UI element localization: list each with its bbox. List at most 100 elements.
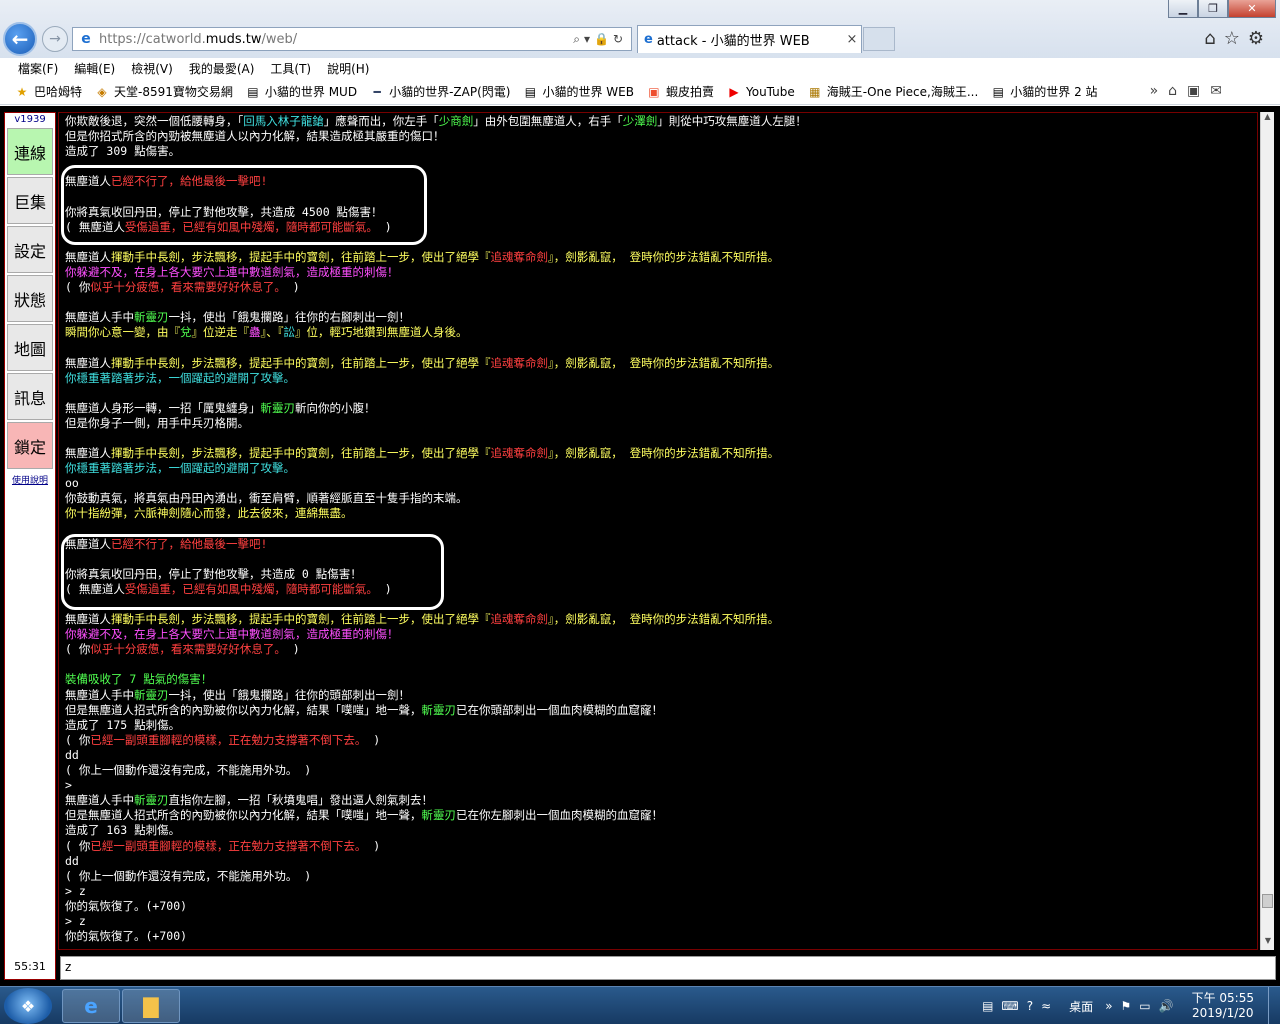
output-line: ( 你似乎十分疲憊，看來需要好好休息了。 ) <box>65 280 1251 295</box>
address-controls[interactable]: ⌕▾🔒↻ <box>573 32 631 47</box>
wifi-icon[interactable]: ≈ <box>1041 999 1059 1013</box>
favorite-label: 巴哈姆特 <box>34 85 83 99</box>
settings-gear-icon[interactable]: ⚙ <box>1248 28 1272 49</box>
output-segment: 你的氣恢復了。(+700) <box>65 898 188 913</box>
keyboard-icon[interactable]: ⌨ <box>1001 999 1026 1013</box>
lock-button[interactable]: 鎖定 <box>7 422 53 469</box>
scroll-up-icon[interactable]: ▲ <box>1261 112 1274 126</box>
taskbar-explorer[interactable]: ▇ <box>122 989 180 1023</box>
connect-button[interactable]: 連線 <box>7 128 53 175</box>
macro-button[interactable]: 巨集 <box>7 177 53 224</box>
output-line: 無塵道人手中斬靈刃直指你左腳，一招「秋墳鬼唱」發出逼人劍氣刺去！ <box>65 793 1251 808</box>
output-line: 無塵道人揮動手中長劍，步法飄移，提起手中的寶劍，往前踏上一步，使出了絕學『追魂奪… <box>65 250 1251 265</box>
tray-clock[interactable]: 下午 05:55 2019/1/20 <box>1192 991 1254 1021</box>
menu-favorites[interactable]: 我的最愛(A) <box>189 60 255 77</box>
lock-icon[interactable]: 🔒 <box>594 32 613 46</box>
output-line: 造成了 163 點刺傷。 <box>65 823 1251 838</box>
home-icon[interactable]: ⌂ <box>1204 28 1223 49</box>
favorite-item[interactable]: ▣ 蝦皮拍賣 <box>646 83 714 100</box>
menu-help[interactable]: 說明(H) <box>327 60 369 77</box>
favorite-label: 天堂-8591寶物交易網 <box>114 85 233 99</box>
back-button[interactable]: ← <box>3 22 37 56</box>
help-link[interactable]: 使用說明 <box>5 473 55 486</box>
pdf-icon[interactable]: ▤ <box>982 999 1001 1013</box>
feed-icon[interactable]: ▣ <box>1187 83 1210 99</box>
url-host: muds.tw <box>205 31 262 47</box>
terminal-output[interactable]: 你欺敵後退，突然一個低腰轉身，「回馬入林子龍鎗」應聲而出，你左手「少商劍」由外包… <box>58 112 1258 950</box>
output-line: 無塵道人已經不行了，給他最後一擊吧! <box>65 174 1251 189</box>
minimize-button[interactable]: ▁ <box>1168 0 1198 18</box>
maximize-button[interactable]: ❐ <box>1198 0 1228 18</box>
desktop-toolbar[interactable]: 桌面 <box>1069 998 1093 1015</box>
output-segment: 」則從中巧攻無塵道人左腿！ <box>657 114 807 128</box>
output-segment: 你穩重著踏著步法，一個躍起的避開了攻擊。 <box>65 370 295 385</box>
favorite-item[interactable]: ★ 巴哈姆特 <box>14 83 82 100</box>
show-desktop-button[interactable] <box>1268 987 1280 1024</box>
tab-active[interactable]: e attack - 小貓的世界 WEB × <box>637 25 862 53</box>
tab-close-icon[interactable]: × <box>843 32 861 47</box>
favorites-star-icon[interactable]: ☆ <box>1224 28 1248 49</box>
search-icon[interactable]: ⌕ <box>573 32 584 46</box>
favorite-item[interactable]: ◈ 天堂-8591寶物交易網 <box>94 83 233 100</box>
scroll-thumb[interactable] <box>1262 894 1273 908</box>
close-button[interactable]: ✕ <box>1228 0 1276 18</box>
message-button[interactable]: 訊息 <box>7 373 53 420</box>
output-segment: > z <box>65 883 86 898</box>
menu-edit[interactable]: 編輯(E) <box>74 60 115 77</box>
address-bar[interactable]: e https://catworld.muds.tw/web/ ⌕▾🔒↻ <box>72 27 632 51</box>
output-line: 造成了 309 點傷害。 <box>65 144 1251 159</box>
output-segment: ( 你 <box>65 732 91 747</box>
command-input[interactable]: z <box>60 956 1276 980</box>
menu-file[interactable]: 檔案(F) <box>18 60 58 77</box>
output-line: ( 你上一個動作還沒有完成，不能施用外功。 ) <box>65 869 1251 884</box>
output-segment: dd <box>65 747 79 762</box>
home-icon[interactable]: ⌂ <box>1168 83 1187 99</box>
mail-icon[interactable]: ✉ <box>1210 83 1232 99</box>
output-segment: 追魂奪命劍 <box>490 446 549 461</box>
start-button[interactable]: ❖ <box>4 988 52 1024</box>
settings-button[interactable]: 設定 <box>7 226 53 273</box>
output-segment: 追魂奪命劍 <box>490 355 549 370</box>
output-line: 但是你招式所含的內勁被無塵道人以內力化解，結果造成極其嚴重的傷口！ <box>65 129 1251 144</box>
flag-icon[interactable]: ⚑ <box>1121 999 1140 1013</box>
favorite-item[interactable]: ▤ 小貓的世界 2 站 <box>990 83 1098 100</box>
output-segment: 你十指紛彈，六脈神劍隨心而發，此去彼來，連綿無盡。 <box>65 506 353 521</box>
output-segment: ) <box>377 581 392 596</box>
output-scrollbar[interactable]: ▲ ▼ <box>1260 112 1274 950</box>
help-icon[interactable]: ? <box>1027 999 1041 1013</box>
scroll-down-icon[interactable]: ▼ <box>1261 936 1275 950</box>
favorite-item[interactable]: ▤ 小貓的世界 WEB <box>522 83 634 100</box>
forward-button[interactable]: → <box>42 26 68 52</box>
favorite-item[interactable]: ━ 小貓的世界-ZAP(閃電) <box>369 83 510 100</box>
output-segment: 無塵道人 <box>65 536 111 551</box>
taskbar-ie[interactable]: e <box>62 989 120 1023</box>
favorite-item[interactable]: ▤ 小貓的世界 MUD <box>245 83 357 100</box>
output-segment: 』，劍影亂竄， 登時你的步法錯亂不知所措。 <box>548 249 780 264</box>
volume-icon[interactable]: 🔊 <box>1159 999 1182 1013</box>
new-tab-button[interactable] <box>863 27 895 51</box>
shop-icon: ▣ <box>648 84 660 99</box>
network-icon[interactable]: ▭ <box>1139 999 1158 1013</box>
ie-icon: e <box>84 994 98 1018</box>
favorite-item[interactable]: ▶ YouTube <box>726 85 794 99</box>
dropdown-icon[interactable]: ▾ <box>584 32 594 46</box>
menu-tools[interactable]: 工具(T) <box>270 60 311 77</box>
map-button[interactable]: 地圖 <box>7 324 53 371</box>
chevron-icon[interactable]: » <box>1105 999 1120 1013</box>
favorite-item[interactable]: ▦ 海賊王-One Piece,海賊王... <box>807 83 978 100</box>
address-url[interactable]: https://catworld.muds.tw/web/ <box>99 32 573 47</box>
more-chevron-icon[interactable]: » <box>1150 83 1169 99</box>
output-line: > <box>65 778 1251 793</box>
status-button[interactable]: 狀態 <box>7 275 53 322</box>
output-segment: 你將真氣收回丹田，停止了對他攻擊，共造成 0 點傷害！ <box>65 566 362 581</box>
output-segment: 斬靈刃 <box>260 400 296 415</box>
menu-view[interactable]: 檢視(V) <box>131 60 173 77</box>
notification-icons: »⚑▭🔊 <box>1105 999 1181 1013</box>
output-line: oo <box>65 476 1251 491</box>
refresh-icon[interactable]: ↻ <box>613 32 627 46</box>
output-segment: 』、『 <box>260 325 284 340</box>
